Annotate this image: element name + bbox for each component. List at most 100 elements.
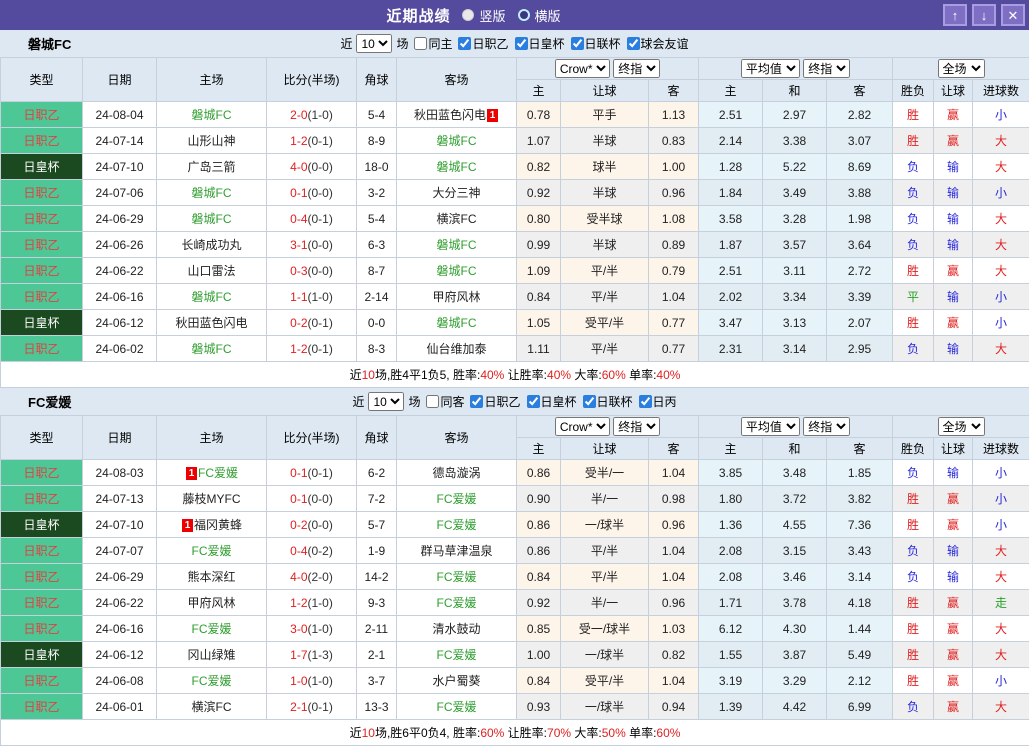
avg-draw-odds: 3.15: [763, 538, 827, 564]
match-row: 日职乙24-08-04磐城FC2-0(1-0)5-4秋田蓝色闪电10.78平手1…: [1, 102, 1029, 128]
crown-away-odds: 1.13: [649, 102, 699, 128]
league-filter-checkbox[interactable]: [639, 395, 652, 408]
games-count-select[interactable]: 10: [368, 392, 404, 411]
odds-source-select[interactable]: Crow*: [555, 417, 610, 436]
same-venue-checkbox[interactable]: [426, 395, 439, 408]
result-wdl: 负: [893, 564, 934, 590]
league-filter-checkbox[interactable]: [458, 37, 471, 50]
avg-odds-select[interactable]: 平均值: [741, 417, 800, 436]
crown-home-odds: 0.90: [517, 486, 561, 512]
full-match-header: 全场: [893, 416, 1029, 438]
home-team-cell: 磐城FC: [157, 206, 267, 232]
odds-final-select[interactable]: 终指: [613, 417, 660, 436]
crown-home-odds: 1.00: [517, 642, 561, 668]
corner-cell: 6-3: [357, 232, 397, 258]
avg-final-select[interactable]: 终指: [803, 417, 850, 436]
summary-text: 让胜率:: [504, 368, 547, 382]
summary-text: 50%: [602, 726, 626, 740]
type-cell: 日皇杯: [1, 512, 83, 538]
result-goals: 大: [973, 206, 1029, 232]
result-handicap: 赢: [934, 102, 973, 128]
halftime-score: (0-0): [308, 238, 333, 252]
home-team-cell: 秋田蓝色闪电: [157, 310, 267, 336]
layout-radio-horizontal[interactable]: 横版: [518, 6, 561, 25]
away-team-name: FC爱媛: [437, 700, 477, 714]
odds-final-select[interactable]: 终指: [613, 59, 660, 78]
result-handicap-value: 输: [947, 466, 959, 480]
home-team-name: 山形山神: [187, 134, 235, 148]
result-goals-value: 大: [995, 648, 1007, 662]
league-filter-checkbox[interactable]: [627, 37, 640, 50]
away-team-cell: FC爱媛: [397, 512, 517, 538]
result-handicap: 输: [934, 538, 973, 564]
result-goals: 大: [973, 128, 1029, 154]
result-handicap: 赢: [934, 642, 973, 668]
result-wdl-value: 负: [907, 570, 919, 584]
halftime-score: (0-1): [308, 212, 333, 226]
result-wdl-value: 胜: [907, 518, 919, 532]
avg-draw-odds: 3.38: [763, 128, 827, 154]
full-match-select[interactable]: 全场: [938, 417, 985, 436]
avg-home-odds: 1.39: [699, 694, 763, 720]
result-wdl-value: 胜: [907, 648, 919, 662]
type-cell: 日职乙: [1, 460, 83, 486]
corner-cell: 0-0: [357, 310, 397, 336]
fulltime-score: 1-2: [290, 342, 307, 356]
result-goals: 小: [973, 486, 1029, 512]
result-handicap: 赢: [934, 258, 973, 284]
result-handicap-value: 赢: [947, 492, 959, 506]
result-wdl-value: 负: [907, 212, 919, 226]
avg-home-odds: 6.12: [699, 616, 763, 642]
odds-source-select[interactable]: Crow*: [555, 59, 610, 78]
col-away: 客场: [397, 58, 517, 102]
league-filter-label: 日皇杯: [529, 37, 565, 51]
league-filter-checkbox[interactable]: [470, 395, 483, 408]
result-handicap: 赢: [934, 616, 973, 642]
crown-away-odds: 0.96: [649, 512, 699, 538]
league-filter-checkbox[interactable]: [571, 37, 584, 50]
summary-text: 70%: [547, 726, 571, 740]
crown-away-odds: 0.94: [649, 694, 699, 720]
away-team-name: 磐城FC: [437, 134, 477, 148]
result-wdl: 负: [893, 232, 934, 258]
away-team-cell: 甲府风林: [397, 284, 517, 310]
summary-text: 大率:: [571, 368, 602, 382]
date-cell: 24-06-12: [83, 642, 157, 668]
close-button[interactable]: ✕: [1001, 4, 1025, 26]
move-down-button[interactable]: ↓: [972, 4, 996, 26]
crown-home-odds: 1.05: [517, 310, 561, 336]
result-wdl-value: 负: [907, 544, 919, 558]
fulltime-score: 1-0: [290, 674, 307, 688]
result-wdl: 胜: [893, 128, 934, 154]
away-team-cell: FC爱媛: [397, 642, 517, 668]
avg-draw-odds: 4.30: [763, 616, 827, 642]
avg-home-odds: 3.19: [699, 668, 763, 694]
league-filter-checkbox[interactable]: [515, 37, 528, 50]
section-filter-bar: 磐城FC 近 10 场 同主 日职乙日皇杯日联杯球会友谊: [0, 30, 1029, 57]
result-wdl: 负: [893, 154, 934, 180]
avg-final-select[interactable]: 终指: [803, 59, 850, 78]
games-count-select[interactable]: 10: [356, 34, 392, 53]
summary-text: 场,胜6平0负4, 胜率:: [375, 726, 480, 740]
corner-cell: 14-2: [357, 564, 397, 590]
score-cell: 2-1(0-1): [267, 694, 357, 720]
avg-odds-select[interactable]: 平均值: [741, 59, 800, 78]
corner-cell: 13-3: [357, 694, 397, 720]
crown-home-odds: 0.86: [517, 512, 561, 538]
move-up-button[interactable]: ↑: [943, 4, 967, 26]
away-team-cell: 群马草津温泉: [397, 538, 517, 564]
home-team-cell: 广岛三箭: [157, 154, 267, 180]
avg-home-odds: 2.02: [699, 284, 763, 310]
crown-away-odds: 0.82: [649, 642, 699, 668]
away-team-cell: 仙台维加泰: [397, 336, 517, 362]
same-venue-checkbox[interactable]: [414, 37, 427, 50]
full-match-select[interactable]: 全场: [938, 59, 985, 78]
result-goals-value: 小: [995, 186, 1007, 200]
league-filter-checkbox[interactable]: [527, 395, 540, 408]
avg-draw-odds: 3.11: [763, 258, 827, 284]
date-cell: 24-07-10: [83, 512, 157, 538]
layout-radio-vertical[interactable]: 竖版: [462, 6, 505, 25]
league-filter-checkbox[interactable]: [583, 395, 596, 408]
result-wdl-value: 胜: [907, 134, 919, 148]
score-cell: 0-1(0-0): [267, 180, 357, 206]
